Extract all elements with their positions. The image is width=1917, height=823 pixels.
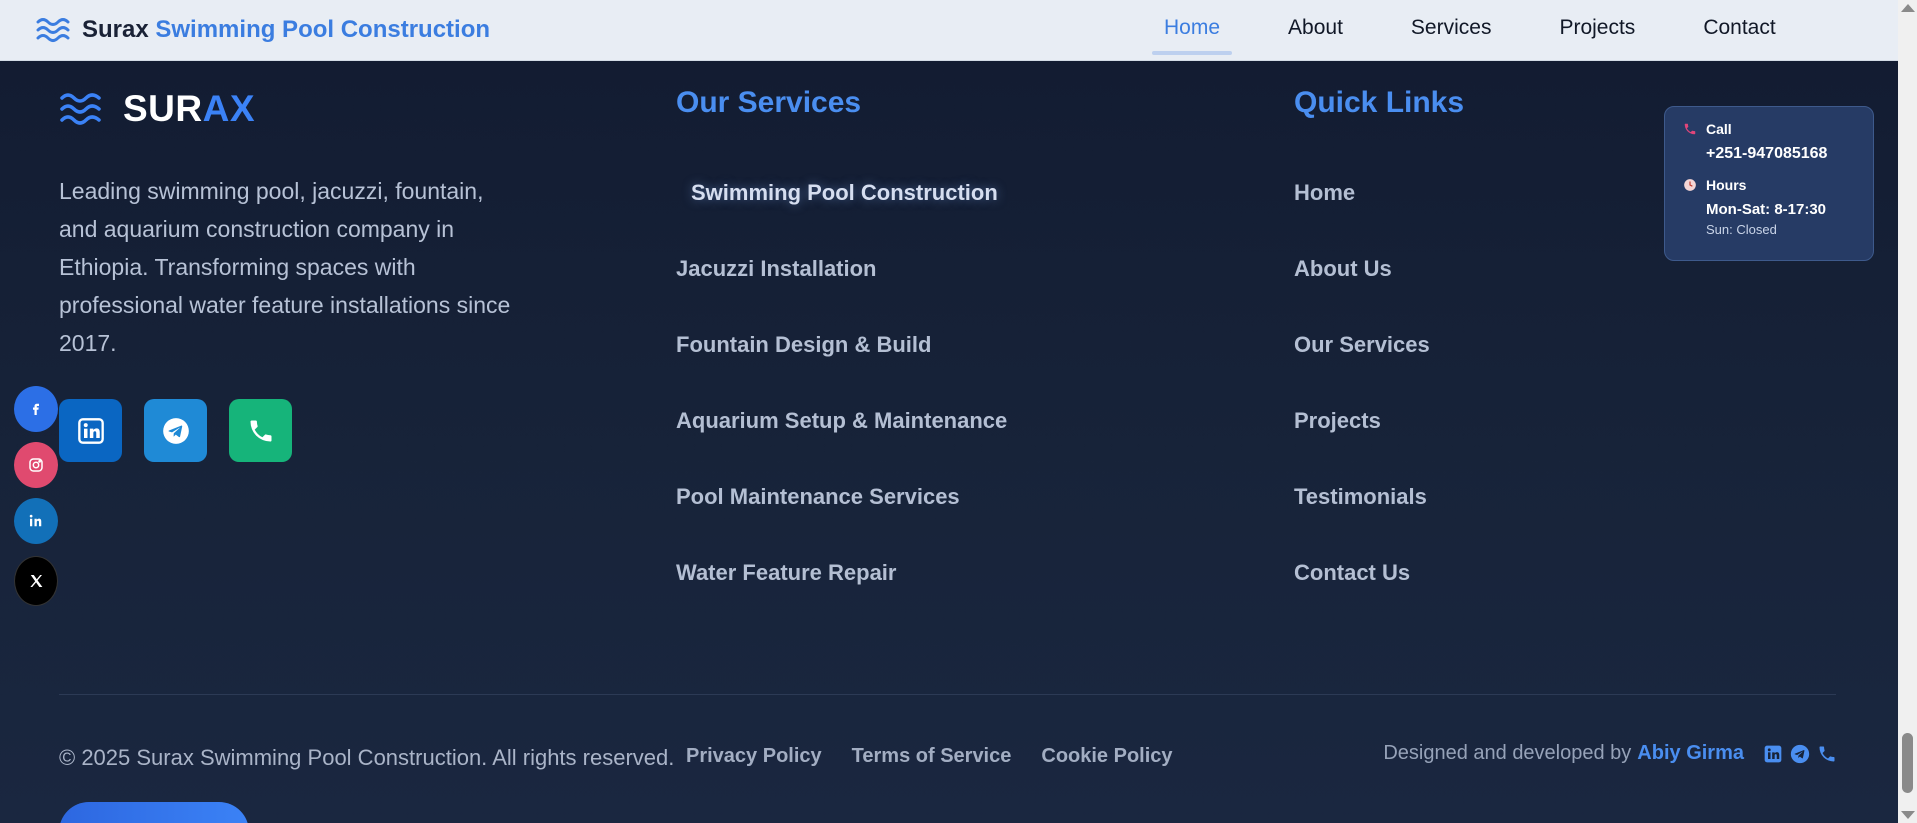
nav-about[interactable]: About xyxy=(1254,0,1377,61)
footer-logo[interactable]: SURAX xyxy=(59,88,255,130)
waves-icon xyxy=(60,93,101,125)
floating-social-bar xyxy=(14,386,58,606)
company-description: Leading swimming pool, jacuzzi, fountain… xyxy=(59,178,511,356)
x-icon xyxy=(30,575,43,587)
brand[interactable]: Surax Swimming Pool Construction xyxy=(36,16,490,44)
linkedin-float-button[interactable] xyxy=(14,498,58,544)
top-navbar: Surax Swimming Pool Construction Home Ab… xyxy=(0,0,1898,61)
developer-credits: Designed and developed by Abiy Girma xyxy=(1383,742,1837,765)
nav-contact[interactable]: Contact xyxy=(1669,0,1809,61)
phone-icon xyxy=(1684,123,1696,135)
linkedin-icon[interactable] xyxy=(1763,744,1783,764)
floating-cta-button[interactable] xyxy=(59,802,249,823)
hours-row: Hours xyxy=(1683,177,1855,193)
logo-text: SURAX xyxy=(123,88,256,129)
brand-name: Surax Swimming Pool Construction xyxy=(82,16,491,43)
services-heading: Our Services xyxy=(676,86,862,119)
call-label: Call xyxy=(1706,121,1732,137)
telegram-button[interactable] xyxy=(144,399,207,462)
author-link[interactable]: Abiy Girma xyxy=(1637,742,1744,765)
phone-icon[interactable] xyxy=(1817,744,1837,764)
facebook-icon xyxy=(33,403,39,415)
scroll-down-arrow-icon[interactable] xyxy=(1901,811,1915,819)
linkedin-icon xyxy=(29,514,42,527)
telegram-icon[interactable] xyxy=(1790,744,1810,764)
nav-projects[interactable]: Projects xyxy=(1525,0,1669,61)
telegram-icon xyxy=(162,417,189,444)
quick-link[interactable]: Testimonials xyxy=(1294,482,1430,558)
service-link[interactable]: Jacuzzi Installation xyxy=(676,254,1007,330)
page-scrollbar[interactable] xyxy=(1898,0,1917,823)
cookie-policy-link[interactable]: Cookie Policy xyxy=(1041,745,1172,768)
weekday-hours: Mon-Sat: 8-17:30 xyxy=(1706,201,1827,218)
phone-button[interactable] xyxy=(229,399,292,462)
scroll-thumb[interactable] xyxy=(1902,733,1913,793)
instagram-button[interactable] xyxy=(14,442,58,488)
main-nav: Home About Services Projects Contact xyxy=(1130,0,1810,61)
clock-icon xyxy=(1684,179,1696,191)
service-link[interactable]: Pool Maintenance Services xyxy=(676,482,1007,558)
footer-divider xyxy=(59,694,1836,695)
legal-links: Privacy Policy Terms of Service Cookie P… xyxy=(686,745,1173,768)
services-list: Swimming Pool Construction Jacuzzi Insta… xyxy=(676,178,1007,634)
quick-link[interactable]: About Us xyxy=(1294,254,1430,330)
nav-services[interactable]: Services xyxy=(1377,0,1526,61)
service-link[interactable]: Water Feature Repair xyxy=(676,558,1007,634)
phone-icon xyxy=(250,420,271,441)
contact-info-card: Call +251-947085168 Hours Mon-Sat: 8-17:… xyxy=(1664,106,1874,261)
quick-links-list: Home About Us Our Services Projects Test… xyxy=(1294,178,1430,634)
service-link[interactable]: Aquarium Setup & Maintenance xyxy=(676,406,1007,482)
footer-social-links xyxy=(59,399,292,462)
call-row[interactable]: Call xyxy=(1683,121,1855,137)
service-link[interactable]: Fountain Design & Build xyxy=(676,330,1007,406)
privacy-policy-link[interactable]: Privacy Policy xyxy=(686,745,822,768)
service-link[interactable]: Swimming Pool Construction xyxy=(676,178,1007,254)
nav-home[interactable]: Home xyxy=(1130,0,1254,61)
linkedin-icon xyxy=(77,417,104,444)
quick-link[interactable]: Projects xyxy=(1294,406,1430,482)
instagram-icon xyxy=(29,458,43,472)
quick-link[interactable]: Our Services xyxy=(1294,330,1430,406)
facebook-button[interactable] xyxy=(14,386,58,432)
hours-label: Hours xyxy=(1706,177,1747,193)
credit-prefix: Designed and developed by xyxy=(1383,742,1632,764)
quick-links-heading: Quick Links xyxy=(1294,86,1465,119)
x-button[interactable] xyxy=(14,556,58,606)
copyright-text: © 2025 Surax Swimming Pool Construction.… xyxy=(59,745,675,770)
quick-link[interactable]: Contact Us xyxy=(1294,558,1430,634)
sunday-hours: Sun: Closed xyxy=(1706,222,1777,237)
quick-link[interactable]: Home xyxy=(1294,178,1430,254)
linkedin-button[interactable] xyxy=(59,399,122,462)
waves-icon xyxy=(36,18,70,42)
terms-of-service-link[interactable]: Terms of Service xyxy=(852,745,1012,768)
scroll-up-arrow-icon[interactable] xyxy=(1901,4,1915,12)
phone-number[interactable]: +251-947085168 xyxy=(1683,145,1855,163)
